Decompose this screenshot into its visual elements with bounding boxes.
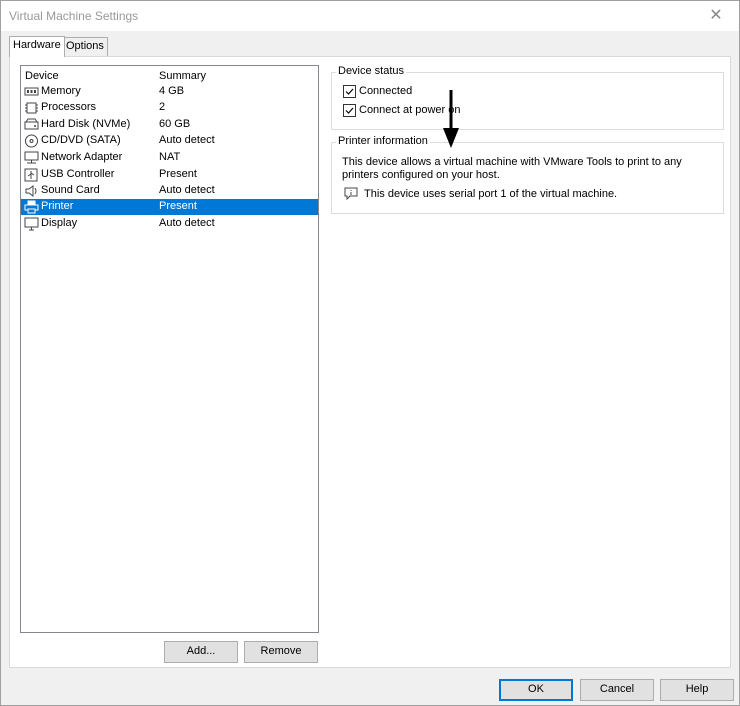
window-title: Virtual Machine Settings	[9, 9, 139, 23]
tab-hardware[interactable]: Hardware	[9, 36, 65, 57]
device-summary: 2	[159, 101, 166, 113]
printer-description-line1: This device allows a virtual machine wit…	[342, 156, 682, 168]
hardware-tab-panel: Device Summary Memory 4 GB Processors 2 …	[9, 56, 731, 668]
device-summary: Present	[159, 168, 197, 180]
info-comment-icon	[344, 187, 358, 200]
device-row-memory[interactable]: Memory 4 GB	[21, 84, 318, 100]
device-summary: Auto detect	[159, 217, 215, 229]
device-summary: Auto detect	[159, 134, 215, 146]
device-row-usb-controller[interactable]: USB Controller Present	[21, 167, 318, 183]
connected-checkbox[interactable]	[343, 85, 356, 98]
printer-icon	[24, 200, 39, 214]
processor-icon	[25, 102, 38, 114]
display-icon	[24, 217, 39, 231]
device-summary: Present	[159, 200, 197, 212]
cd-dvd-icon	[25, 134, 38, 148]
device-summary: Auto detect	[159, 184, 215, 196]
help-button[interactable]: Help	[660, 679, 734, 701]
device-row-printer[interactable]: Printer Present	[21, 199, 318, 215]
device-row-display[interactable]: Display Auto detect	[21, 216, 318, 232]
sound-card-icon	[25, 185, 37, 197]
device-name: Network Adapter	[41, 151, 123, 163]
device-summary: 4 GB	[159, 85, 185, 97]
device-name: Display	[41, 217, 78, 229]
usb-controller-icon	[24, 168, 38, 182]
add-device-button[interactable]: Add...	[164, 641, 238, 663]
device-name: Sound Card	[41, 184, 100, 196]
device-status-title: Device status	[336, 65, 407, 77]
cancel-button[interactable]: Cancel	[580, 679, 654, 701]
device-row-processors[interactable]: Processors 2	[21, 100, 318, 116]
hard-disk-icon	[24, 118, 39, 130]
printer-information-title: Printer information	[336, 135, 430, 147]
column-header-device[interactable]: Device	[25, 70, 59, 82]
check-mark-icon	[345, 88, 354, 95]
annotation-arrow-icon	[443, 90, 459, 148]
tab-options-label: Options	[66, 40, 104, 52]
tab-hardware-label: Hardware	[13, 39, 61, 51]
connect-at-power-on-checkbox[interactable]	[343, 104, 356, 117]
device-name: Printer	[41, 200, 74, 212]
column-header-summary[interactable]: Summary	[159, 70, 206, 82]
device-name: USB Controller	[41, 168, 115, 180]
device-name: Hard Disk (NVMe)	[41, 118, 131, 130]
device-row-sound-card[interactable]: Sound Card Auto detect	[21, 183, 318, 199]
memory-icon	[24, 87, 39, 96]
connected-label[interactable]: Connected	[359, 85, 412, 97]
device-list[interactable]: Device Summary Memory 4 GB Processors 2 …	[20, 65, 319, 633]
device-row-network-adapter[interactable]: Network Adapter NAT	[21, 150, 318, 166]
device-summary: 60 GB	[159, 118, 191, 130]
network-adapter-icon	[24, 151, 39, 164]
close-icon[interactable]: ✕	[693, 1, 739, 31]
device-summary: NAT	[159, 151, 181, 163]
remove-device-button[interactable]: Remove	[244, 641, 318, 663]
printer-description-line2: printers configured on your host.	[342, 169, 500, 181]
device-status-group: Device status Connected Connect at power…	[331, 65, 724, 130]
ok-button[interactable]: OK	[499, 679, 573, 701]
device-row-cd-dvd[interactable]: CD/DVD (SATA) Auto detect	[21, 133, 318, 149]
printer-note: This device uses serial port 1 of the vi…	[364, 188, 618, 200]
vm-settings-window: Virtual Machine Settings ✕ Hardware Opti…	[0, 0, 740, 706]
device-name: Processors	[41, 101, 97, 113]
device-row-hard-disk[interactable]: Hard Disk (NVMe) 60 GB	[21, 117, 318, 133]
device-name: Memory	[41, 85, 81, 97]
device-name: CD/DVD (SATA)	[41, 134, 121, 146]
printer-information-group: Printer information This device allows a…	[331, 135, 724, 214]
title-bar: Virtual Machine Settings ✕	[1, 1, 739, 31]
tab-options[interactable]: Options	[62, 37, 108, 56]
device-list-header: Device Summary	[21, 66, 318, 84]
check-mark-icon	[345, 107, 354, 114]
